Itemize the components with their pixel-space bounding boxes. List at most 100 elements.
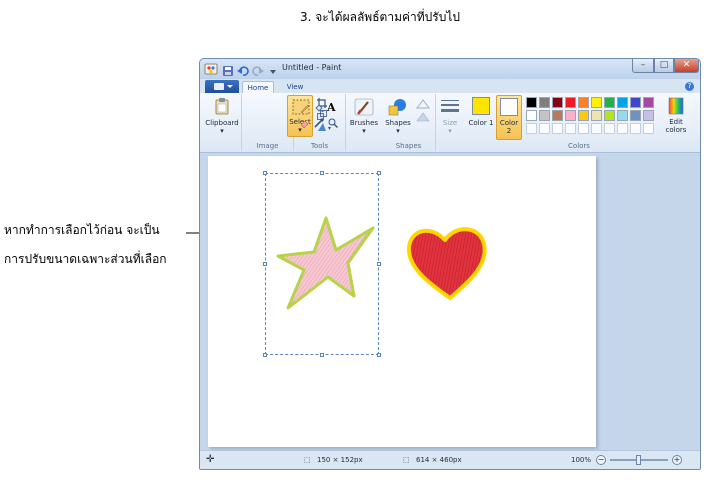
shapes-button[interactable]: Shapes ▾ [382,94,414,139]
resize-handle[interactable] [320,353,324,357]
palette-color[interactable] [643,110,654,121]
palette-color[interactable] [617,97,628,108]
palette-color[interactable] [617,110,628,121]
palette-color[interactable] [604,110,615,121]
clipboard-icon [215,98,229,115]
resize-handle[interactable] [263,171,267,175]
selection-rectangle[interactable] [263,171,381,357]
palette-empty-slot[interactable] [617,123,628,134]
customize-qat-icon[interactable] [267,62,279,74]
color1-button[interactable]: Color 1 [468,95,494,140]
tools-group: A Tools [294,94,346,151]
size-icon [441,100,459,112]
palette-color[interactable] [565,110,576,121]
color2-button[interactable]: Color 2 [496,95,522,140]
palette-color[interactable] [643,97,654,108]
palette-color[interactable] [630,97,641,108]
title-bar[interactable]: Untitled - Paint – □ ✕ [200,59,700,79]
color1-swatch [472,97,490,115]
palette-color[interactable] [630,110,641,121]
palette-color[interactable] [604,97,615,108]
zoom-out-button[interactable]: − [596,455,606,465]
canvas-area[interactable] [200,153,700,452]
palette-color[interactable] [539,110,550,121]
palette-empty-slot[interactable] [604,123,615,134]
selection-size-icon: ⬚ [304,456,311,464]
paint-menu-button[interactable] [205,80,239,93]
eraser-icon[interactable] [300,118,310,128]
caption-line-1: หากทำการเลือกไว้ก่อน จะเป็น [4,223,160,237]
resize-handle[interactable] [377,262,381,266]
brushes-dropdown-icon: ▾ [362,127,366,135]
ribbon-tabs: Home View ? [200,79,700,93]
palette-empty-slot[interactable] [526,123,537,134]
fill-shape-icon[interactable] [416,112,430,122]
palette-empty-slot[interactable] [643,123,654,134]
close-button[interactable]: ✕ [674,59,699,73]
status-bar: ✛ ⬚ 150 × 152px ⬚ 614 × 460px 100% − + [200,450,700,469]
canvas-size: 614 × 460px [416,456,462,464]
palette-color[interactable] [565,97,576,108]
resize-handle[interactable] [320,171,324,175]
palette-color[interactable] [578,97,589,108]
palette-empty-slot[interactable] [552,123,563,134]
text-tool-icon[interactable]: A [327,101,336,114]
redo-icon[interactable] [252,62,264,76]
brushes-button[interactable]: Brushes ▾ [346,94,382,139]
fill-icon[interactable] [314,103,324,113]
palette-color[interactable] [539,97,550,108]
zoom-slider-thumb[interactable] [636,455,641,465]
clipboard-dropdown-icon[interactable]: ▾ [202,127,242,135]
color-picker-icon[interactable] [314,118,324,128]
tools-group-label: Tools [310,142,329,150]
undo-icon[interactable] [237,62,249,76]
magnifier-icon[interactable] [328,118,338,128]
resize-handle[interactable] [377,171,381,175]
maximize-button[interactable]: □ [654,59,674,73]
resize-handle[interactable] [263,353,267,357]
drawing-canvas[interactable] [208,156,596,447]
resize-handle[interactable] [263,262,267,266]
palette-color[interactable] [526,110,537,121]
shapes-group: Shapes ▾ Shapes [382,94,436,151]
palette-empty-slot[interactable] [630,123,641,134]
palette-empty-slot[interactable] [565,123,576,134]
palette-color[interactable] [591,110,602,121]
heart-shape [406,227,487,300]
palette-color[interactable] [552,97,563,108]
palette-empty-slot[interactable] [578,123,589,134]
edit-colors-icon [668,97,684,115]
resize-handle[interactable] [377,353,381,357]
edit-colors-label: Edit colors [665,118,687,134]
paint-window: Untitled - Paint – □ ✕ Home View ? Clipb… [199,58,701,470]
clipboard-label: Clipboard [205,119,239,127]
color2-label: Color 2 [499,119,519,135]
tab-home[interactable]: Home [242,81,274,93]
paint-app-icon[interactable] [204,62,218,75]
palette-empty-slot[interactable] [539,123,550,134]
size-button[interactable]: Size ▾ [436,94,464,139]
clipboard-button[interactable] [213,97,231,115]
edit-colors-button[interactable]: Edit colors [662,95,690,140]
palette-empty-slot[interactable] [591,123,602,134]
outline-icon[interactable] [416,99,430,109]
palette-color[interactable] [591,97,602,108]
canvas-size-icon: ⬚ [403,456,410,464]
save-icon[interactable] [222,62,234,76]
brushes-label: Brushes [349,119,379,127]
size-label: Size [442,119,458,127]
pencil-icon[interactable] [300,103,310,113]
shapes-icon [388,99,406,116]
minimize-button[interactable]: – [632,59,654,73]
palette-color[interactable] [578,110,589,121]
palette-color[interactable] [552,110,563,121]
clipboard-group: Clipboard ▾ [202,94,242,151]
palette-color[interactable] [526,97,537,108]
colors-group: Color 1 Color 2 Edit colors Colors [466,94,692,151]
ribbon: Clipboard ▾ Select ▾ Image A Tools Brush… [200,93,700,153]
tab-view[interactable]: View [280,81,310,93]
zoom-in-button[interactable]: + [672,455,682,465]
size-dropdown-icon: ▾ [448,127,452,135]
help-icon[interactable]: ? [685,82,694,91]
colors-group-label: Colors [568,142,590,150]
